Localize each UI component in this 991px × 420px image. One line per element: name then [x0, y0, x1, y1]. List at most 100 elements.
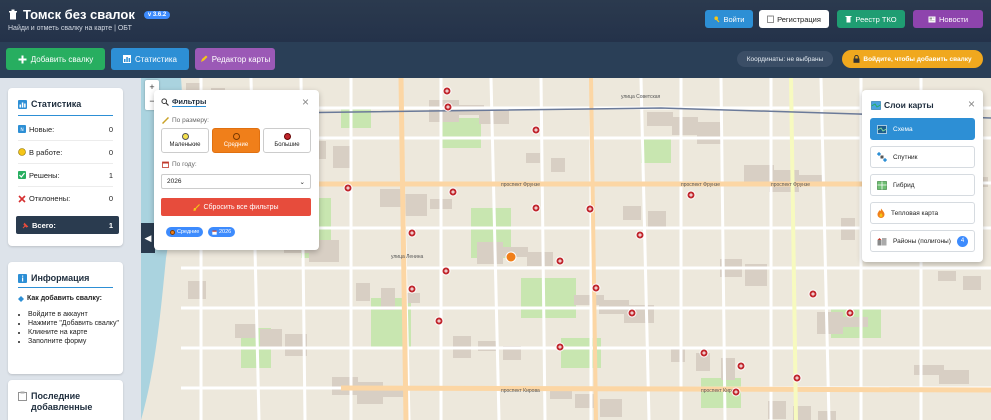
dump-marker[interactable] — [448, 187, 458, 197]
list-item: Войдите в аккаунт — [28, 310, 119, 319]
news-button[interactable]: Новости — [913, 10, 983, 28]
close-icon[interactable]: × — [968, 97, 975, 111]
building — [333, 146, 351, 168]
newspaper-icon — [928, 16, 936, 23]
recent-card: Последние добавленные — [8, 380, 123, 420]
lock-icon — [853, 55, 860, 63]
dump-marker[interactable] — [434, 316, 444, 326]
building — [671, 348, 685, 362]
dump-marker[interactable] — [845, 308, 855, 318]
toolbar: Добавить свалку Статистика Редактор карт… — [0, 42, 991, 78]
dump-marker[interactable] — [531, 203, 541, 213]
size-filter-label: По размеру: — [162, 117, 209, 124]
building — [406, 293, 420, 303]
building — [963, 276, 981, 290]
building — [479, 110, 509, 124]
yellow-dot-icon — [181, 133, 189, 140]
filters-title: Фильтры — [161, 97, 207, 107]
dump-marker[interactable] — [686, 190, 696, 200]
building — [356, 283, 370, 301]
dump-marker-selected[interactable] — [505, 251, 517, 263]
statistics-button[interactable]: Статистика — [111, 48, 189, 70]
dump-marker[interactable] — [531, 125, 541, 135]
version-badge: v 3.6.2 — [143, 10, 171, 19]
year-filter-label: По году: — [162, 161, 197, 168]
year-select[interactable]: 2026 ⌄ — [161, 174, 311, 189]
calendar-icon — [212, 230, 217, 235]
street-label: улица Советская — [621, 94, 661, 100]
divider — [18, 287, 113, 288]
dump-marker[interactable] — [731, 387, 741, 397]
search-icon — [161, 98, 169, 106]
map-icon — [871, 100, 881, 110]
recent-title: Последние добавленные — [8, 391, 111, 413]
building — [551, 158, 565, 172]
map-layers-panel: Слои карты × Схема Спутник Гибрид Теплов… — [862, 90, 983, 262]
dump-marker[interactable] — [343, 183, 353, 193]
road — [639, 78, 651, 420]
login-button[interactable]: Войти — [705, 10, 753, 28]
layer-hybrid[interactable]: Гибрид — [870, 174, 975, 196]
add-dump-button[interactable]: Добавить свалку — [6, 48, 105, 70]
layer-districts[interactable]: Районы (полигоны) 4 — [870, 230, 975, 252]
clipboard-icon — [18, 391, 27, 401]
building — [938, 271, 956, 281]
info-icon — [18, 273, 27, 283]
fire-icon — [877, 208, 885, 218]
dump-marker[interactable] — [699, 348, 709, 358]
dump-marker[interactable] — [627, 308, 637, 318]
registry-button[interactable]: Реестр ТКО — [837, 10, 905, 28]
list-item: Кликните на карте — [28, 328, 119, 337]
dump-marker[interactable] — [442, 86, 452, 96]
satellite-icon — [877, 152, 887, 162]
active-filter-chip[interactable]: Средние — [166, 227, 204, 237]
dump-marker[interactable] — [407, 284, 417, 294]
dump-marker[interactable] — [407, 228, 417, 238]
dump-marker[interactable] — [736, 361, 746, 371]
red-dot-icon — [283, 133, 291, 140]
orange-dot-icon — [232, 133, 240, 140]
reset-filters-button[interactable]: Сбросить все фильтры — [161, 198, 311, 216]
dump-marker[interactable] — [808, 289, 818, 299]
dump-marker[interactable] — [792, 373, 802, 383]
layer-satellite[interactable]: Спутник — [870, 146, 975, 168]
park — [341, 108, 371, 128]
dump-marker[interactable] — [585, 204, 595, 214]
login-to-add-warning[interactable]: Войдите, чтобы добавить свалку — [842, 50, 983, 68]
pencil-icon — [200, 55, 208, 63]
building — [648, 211, 666, 229]
size-filter-medium[interactable]: Средние — [212, 128, 260, 153]
layer-scheme[interactable]: Схема — [870, 118, 975, 140]
map-editor-button[interactable]: Редактор карты — [195, 48, 275, 70]
layer-heatmap[interactable]: Тепловая карта — [870, 202, 975, 224]
orange-dot-icon — [170, 229, 175, 235]
dump-marker[interactable] — [555, 256, 565, 266]
main-road — [398, 78, 409, 420]
building — [817, 312, 843, 334]
app-logo[interactable]: Томск без свалок v 3.6.2 — [8, 7, 171, 22]
close-icon[interactable]: × — [302, 95, 309, 109]
collapse-sidebar-button[interactable]: ◀ — [141, 223, 155, 253]
info-heading: Как добавить свалку: — [18, 295, 102, 302]
broom-icon — [193, 203, 201, 211]
register-button[interactable]: Регистрация — [759, 10, 829, 28]
building — [380, 189, 402, 207]
street-label: проспект Фрунзе — [681, 182, 720, 188]
building — [842, 317, 868, 327]
dump-marker[interactable] — [443, 102, 453, 112]
size-filter-small[interactable]: Маленькие — [161, 128, 209, 153]
dump-marker[interactable] — [441, 266, 451, 276]
stat-row-resolved: Решены: 1 — [18, 164, 113, 187]
districts-count-badge: 4 — [957, 235, 968, 247]
pin-icon — [22, 222, 29, 229]
size-filter-large[interactable]: Большие — [263, 128, 311, 153]
building — [188, 281, 206, 299]
dump-marker[interactable] — [591, 283, 601, 293]
street-label: проспект Фрунзе — [501, 182, 540, 188]
stat-row-new: N Новые: 0 — [18, 118, 113, 141]
svg-text:N: N — [20, 127, 23, 133]
active-filter-chip[interactable]: 2026 — [208, 227, 236, 237]
layers-title: Слои карты — [871, 100, 934, 110]
dump-marker[interactable] — [635, 230, 645, 240]
dump-marker[interactable] — [555, 342, 565, 352]
